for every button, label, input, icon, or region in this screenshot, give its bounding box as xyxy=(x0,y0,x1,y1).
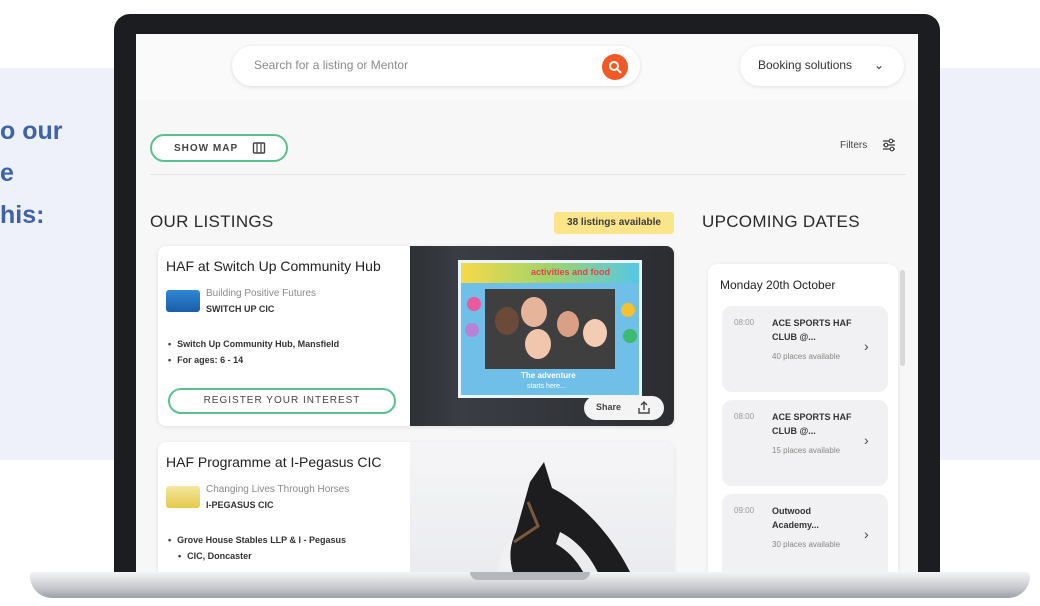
date-slot[interactable]: 08:00 ACE SPORTS HAF CLUB @... 40 places… xyxy=(722,306,888,392)
upcoming-dates-title: UPCOMING DATES xyxy=(702,212,860,231)
slot-name: ACE SPORTS HAF CLUB @... xyxy=(772,318,852,342)
banner-title: activities and food xyxy=(531,267,611,277)
listing-details: Switch Up Community Hub, Mansfield For a… xyxy=(168,336,339,368)
horse-image xyxy=(497,462,630,572)
child-face xyxy=(557,311,579,337)
org-name: SWITCH UP CIC xyxy=(206,304,275,314)
booking-solutions-label: Booking solutions xyxy=(758,58,853,72)
org-name: I-PEGASUS CIC xyxy=(206,500,274,510)
scrollbar[interactable] xyxy=(900,270,905,366)
booking-solutions-dropdown[interactable]: Booking solutions ⌄ xyxy=(740,46,904,86)
chevron-right-icon: › xyxy=(864,432,869,448)
child-face xyxy=(525,329,551,359)
slot-time: 08:00 xyxy=(734,318,755,327)
child-face xyxy=(583,319,607,347)
listing-title[interactable]: HAF at Switch Up Community Hub xyxy=(166,258,381,274)
photo-kids xyxy=(485,289,615,369)
listing-photo[interactable]: activities and food The adventure starts… xyxy=(410,246,674,426)
listing-photo[interactable] xyxy=(410,442,674,572)
slot-time: 08:00 xyxy=(734,412,755,421)
listing-location-2: CIC, Doncaster xyxy=(168,548,346,564)
child-face xyxy=(521,297,547,327)
share-label: Share xyxy=(596,402,622,412)
filters-button[interactable]: Filters xyxy=(840,140,867,151)
listings-title: OUR LISTINGS xyxy=(150,212,274,231)
promo-stage: o our e his: Search for a listing or Men… xyxy=(0,0,1040,606)
laptop-screen: Search for a listing or Mentor Booking s… xyxy=(136,34,918,572)
show-map-label: SHOW MAP xyxy=(174,143,239,154)
listing-location: Switch Up Community Hub, Mansfield xyxy=(168,336,339,352)
date-slot[interactable]: 08:00 ACE SPORTS HAF CLUB @... 15 places… xyxy=(722,400,888,486)
slot-places: 30 places available xyxy=(772,540,841,549)
chevron-down-icon: ⌄ xyxy=(874,58,885,72)
register-interest-button[interactable]: REGISTER YOUR INTEREST xyxy=(168,388,396,414)
listing-ages: For ages: 6 - 14 xyxy=(168,352,339,368)
org-logo xyxy=(166,290,200,312)
chevron-right-icon: › xyxy=(864,338,869,354)
slot-time: 09:00 xyxy=(734,506,755,515)
banner-header: activities and food xyxy=(461,263,639,283)
search-bar[interactable]: Search for a listing or Mentor xyxy=(232,46,640,86)
side-heading: o our e his: xyxy=(0,110,63,236)
org-tagline: Changing Lives Through Horses xyxy=(206,484,350,495)
side-heading-line-1: o our xyxy=(0,117,63,145)
listing-card[interactable]: HAF at Switch Up Community Hub Building … xyxy=(158,246,674,426)
listing-location: Grove House Stables LLP & I - Pegasus xyxy=(168,532,346,548)
side-heading-line-2: e xyxy=(0,159,14,187)
map-icon xyxy=(252,142,266,154)
photo-banner: activities and food The adventure starts… xyxy=(458,260,642,398)
listing-card[interactable]: HAF Programme at I-Pegasus CIC Changing … xyxy=(158,442,674,572)
chevron-right-icon: › xyxy=(864,526,869,542)
org-tagline: Building Positive Futures xyxy=(206,288,317,299)
listing-details: Grove House Stables LLP & I - Pegasus CI… xyxy=(168,532,346,564)
search-input[interactable]: Search for a listing or Mentor xyxy=(254,58,408,72)
show-map-button[interactable]: SHOW MAP xyxy=(150,134,288,162)
listing-title[interactable]: HAF Programme at I-Pegasus CIC xyxy=(166,454,382,470)
laptop-notch xyxy=(470,572,590,580)
search-icon xyxy=(609,61,622,74)
search-button[interactable] xyxy=(602,54,628,80)
photo-caption-2: starts here... xyxy=(527,383,566,390)
slot-name: Outwood Academy... xyxy=(772,506,819,530)
share-icon xyxy=(638,401,650,414)
day-label: Monday 20th October xyxy=(720,278,836,292)
slot-name: ACE SPORTS HAF CLUB @... xyxy=(772,412,852,436)
slot-places: 15 places available xyxy=(772,446,841,455)
photo-caption: The adventure xyxy=(521,371,576,380)
top-bar: Search for a listing or Mentor Booking s… xyxy=(136,34,918,100)
org-logo xyxy=(166,486,200,508)
listings-count-badge: 38 listings available xyxy=(554,212,674,234)
divider xyxy=(150,174,906,175)
slot-places: 40 places available xyxy=(772,352,841,361)
share-button[interactable]: Share xyxy=(584,396,664,420)
date-slot[interactable]: 09:00 Outwood Academy... 30 places avail… xyxy=(722,494,888,572)
child-face xyxy=(495,307,519,335)
side-heading-line-3: his: xyxy=(0,201,45,229)
sliders-icon[interactable] xyxy=(882,138,896,152)
